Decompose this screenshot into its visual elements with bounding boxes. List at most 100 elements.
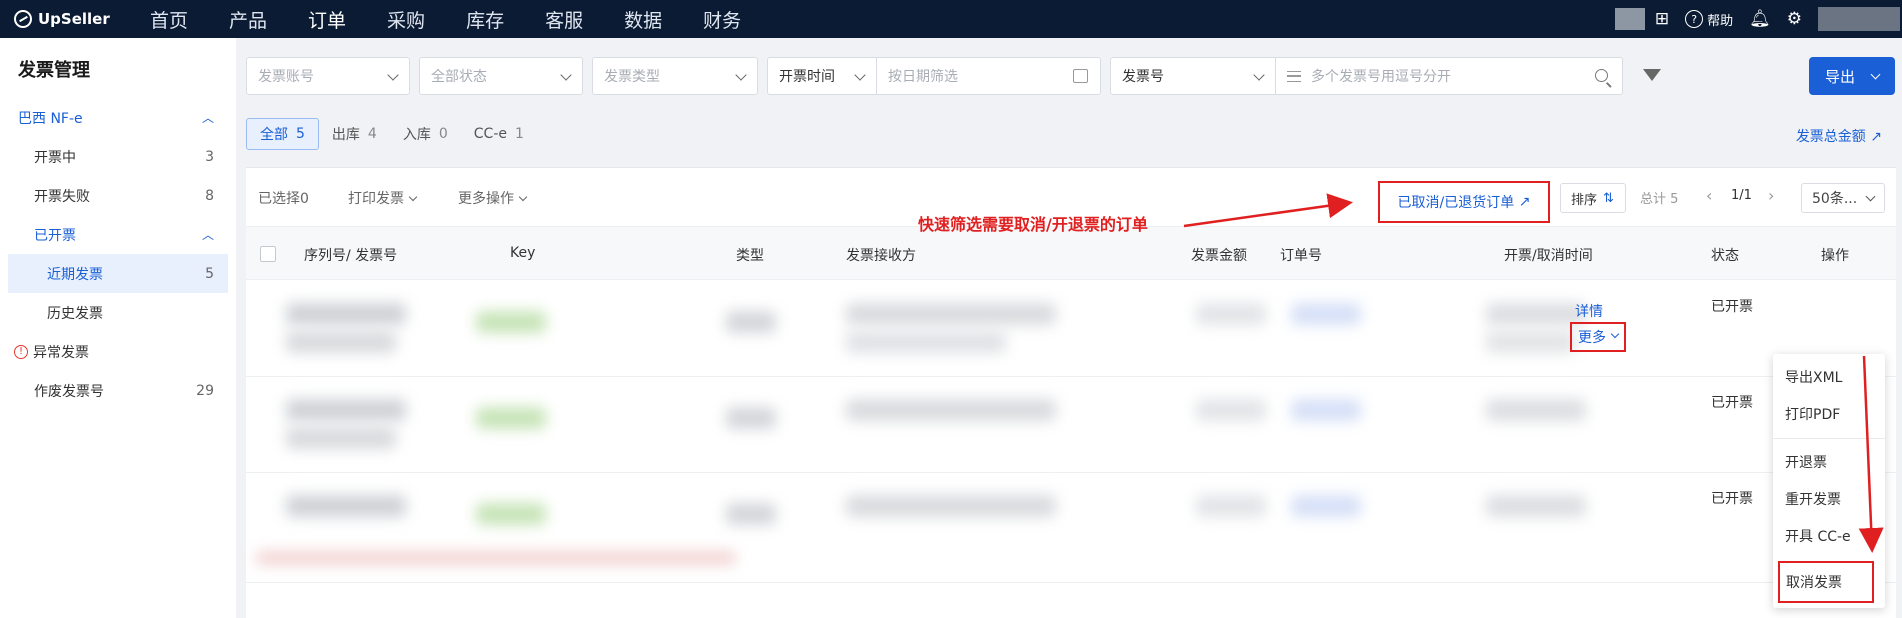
- sort-label: 排序: [1571, 192, 1598, 208]
- sidebar-item-recent-invoices[interactable]: 近期发票 5: [8, 254, 228, 293]
- blurred-cell: [286, 399, 406, 421]
- sidebar-item-label: 近期发票: [47, 266, 103, 283]
- invoice-number-search-input[interactable]: 多个发票号用逗号分开: [1275, 57, 1623, 95]
- more-operations-menu[interactable]: 更多操作: [458, 188, 528, 208]
- tab-cce[interactable]: CC-e 1: [461, 118, 537, 150]
- calendar-icon: [1073, 69, 1088, 83]
- brand-name: UpSeller: [38, 10, 110, 28]
- sidebar-item-failed[interactable]: 开票失败 8: [0, 176, 236, 215]
- apps-grid-icon[interactable]: ⊞: [1655, 9, 1669, 29]
- total-amount-link[interactable]: 发票总金额 ↗: [1796, 126, 1882, 146]
- tab-count: 4: [367, 126, 377, 142]
- selected-count: 已选择0: [258, 191, 309, 207]
- nav-item-home[interactable]: 首页: [150, 6, 188, 33]
- blurred-cell: [726, 311, 776, 333]
- help-icon: ?: [1685, 10, 1704, 28]
- pager-prev-icon[interactable]: ‹: [1706, 186, 1712, 205]
- number-type-select[interactable]: 发票号: [1110, 57, 1276, 95]
- table-row: 已开票: [246, 473, 1896, 583]
- col-amount: 发票金额: [1191, 248, 1247, 264]
- menu-item-cancel-invoice[interactable]: 取消发票: [1778, 561, 1874, 603]
- blurred-cell: [1196, 303, 1266, 325]
- pager-total: 总计 5: [1640, 192, 1679, 207]
- sidebar-item-count: 8: [205, 187, 214, 204]
- status-badge: 已开票: [1711, 491, 1753, 507]
- menu-item-print-pdf[interactable]: 打印PDF: [1785, 404, 1840, 424]
- menu-divider: [1773, 438, 1885, 439]
- sidebar-item-count: 3: [205, 148, 214, 165]
- select-all-checkbox[interactable]: [260, 246, 276, 262]
- menu-item-issue-cce[interactable]: 开具 CC-e: [1785, 526, 1851, 546]
- pager-next-icon[interactable]: ›: [1768, 186, 1774, 205]
- sidebar-item-issuing[interactable]: 开票中 3: [0, 137, 236, 176]
- more-actions-button[interactable]: 更多: [1570, 322, 1626, 352]
- blurred-cell: [476, 311, 546, 333]
- sidebar-item-label: 历史发票: [47, 305, 103, 322]
- chevron-down-icon: [560, 69, 572, 81]
- user-menu[interactable]: [1818, 7, 1900, 31]
- menu-item-return-invoice[interactable]: 开退票: [1785, 452, 1827, 472]
- time-type-select[interactable]: 开票时间: [767, 57, 877, 95]
- bell-icon[interactable]: 🔔︎: [1749, 9, 1771, 29]
- more-actions-menu: 导出XML 打印PDF 开退票 重开发票 开具 CC-e 取消发票: [1773, 354, 1885, 608]
- nav-item-inventory[interactable]: 库存: [466, 6, 504, 33]
- menu-item-export-xml[interactable]: 导出XML: [1785, 367, 1842, 387]
- sidebar-item-history-invoices[interactable]: 历史发票: [0, 293, 236, 332]
- blurred-cell: [1486, 331, 1576, 353]
- date-filter-input[interactable]: 按日期筛选: [876, 57, 1101, 95]
- link-label: 发票总金额: [1795, 129, 1866, 145]
- select-placeholder: 发票类型: [604, 69, 660, 85]
- blurred-cell: [1291, 495, 1361, 517]
- shop-avatar[interactable]: [1614, 8, 1645, 30]
- blurred-cell: [1486, 495, 1586, 517]
- chevron-up-icon: ︿: [201, 111, 214, 125]
- sidebar-group-brazil-nfe[interactable]: 巴西 NF-e ︿: [0, 98, 236, 137]
- export-button[interactable]: 导出: [1809, 57, 1895, 95]
- chevron-down-icon: [408, 192, 418, 202]
- nav-right: ⊞ ? 帮助 🔔︎ ⚙: [1614, 0, 1902, 38]
- brand-logo[interactable]: UpSeller: [0, 10, 150, 28]
- nav-item-finance[interactable]: 财务: [703, 6, 741, 33]
- col-time: 开票/取消时间: [1504, 248, 1593, 264]
- col-order: 订单号: [1280, 248, 1322, 264]
- cancelled-returned-orders-link[interactable]: 已取消/已退货订单 ↗: [1378, 181, 1550, 223]
- warning-icon: !: [14, 344, 28, 359]
- col-serial: 序列号/ 发票号: [304, 248, 398, 264]
- gear-icon[interactable]: ⚙: [1787, 9, 1802, 29]
- sidebar-item-label: 已开票: [34, 227, 76, 244]
- nav-item-purchase[interactable]: 采购: [387, 6, 425, 33]
- select-value: 开票时间: [779, 69, 835, 85]
- help-button[interactable]: ? 帮助: [1685, 10, 1733, 29]
- sidebar-item-abnormal[interactable]: ! 异常发票: [0, 332, 236, 371]
- status-badge: 已开票: [1711, 299, 1753, 315]
- tab-outbound[interactable]: 出库 4: [319, 118, 390, 150]
- invoice-type-select[interactable]: 发票类型: [592, 57, 758, 95]
- tab-count: 0: [438, 126, 448, 142]
- invoice-account-select[interactable]: 发票账号: [246, 57, 410, 95]
- invoice-tabs: 全部 5 出库 4 入库 0 CC-e 1: [246, 118, 537, 150]
- col-key: Key: [510, 245, 536, 261]
- print-invoice-menu[interactable]: 打印发票: [348, 188, 418, 208]
- sort-button[interactable]: 排序 ⇅: [1560, 183, 1626, 213]
- chevron-down-icon: [735, 69, 747, 81]
- chevron-down-icon: [1610, 329, 1620, 339]
- menu-label: 更多操作: [458, 191, 514, 207]
- search-icon[interactable]: [1595, 69, 1608, 82]
- blurred-cell: [476, 407, 546, 429]
- detail-link[interactable]: 详情: [1575, 301, 1603, 321]
- sidebar-group-issued[interactable]: 已开票 ︿: [0, 215, 236, 254]
- nav-item-orders[interactable]: 订单: [308, 6, 346, 33]
- menu-item-reissue-invoice[interactable]: 重开发票: [1785, 489, 1841, 509]
- chevron-down-icon: [854, 69, 866, 81]
- sidebar-item-void-numbers[interactable]: 作废发票号 29: [0, 371, 236, 410]
- status-select[interactable]: 全部状态: [419, 57, 583, 95]
- tab-all[interactable]: 全部 5: [246, 118, 319, 150]
- tab-inbound[interactable]: 入库 0: [390, 118, 461, 150]
- filter-funnel-icon[interactable]: [1643, 69, 1661, 81]
- page-size-select[interactable]: 50条...: [1801, 183, 1885, 213]
- nav-item-products[interactable]: 产品: [229, 6, 267, 33]
- tab-label: 出库: [331, 127, 360, 143]
- nav-item-data[interactable]: 数据: [624, 6, 662, 33]
- col-actions: 操作: [1821, 248, 1849, 264]
- nav-item-service[interactable]: 客服: [545, 6, 583, 33]
